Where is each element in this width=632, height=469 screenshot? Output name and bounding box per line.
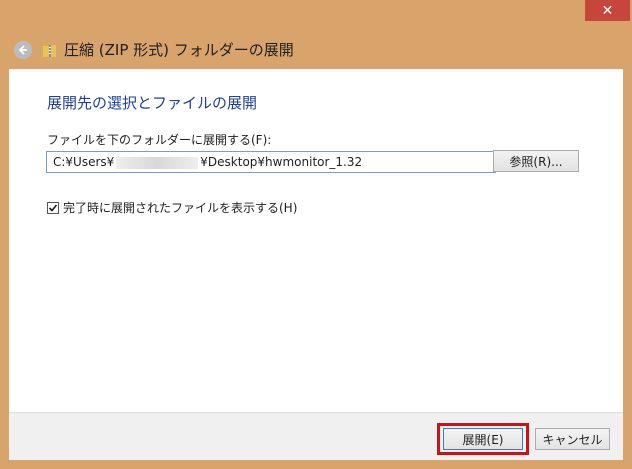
destination-label: ファイルを下のフォルダーに展開する(F): xyxy=(47,133,272,147)
dialog-footer: 展開(E) キャンセル xyxy=(9,412,623,460)
checkmark-icon xyxy=(48,203,58,212)
extract-button[interactable]: 展開(E) xyxy=(443,428,523,450)
path-prefix: C:¥Users¥ xyxy=(53,155,115,169)
cancel-button[interactable]: キャンセル xyxy=(535,428,610,450)
browse-button-label: 参照(R)... xyxy=(509,154,563,169)
close-button[interactable]: ✕ xyxy=(585,0,630,21)
extract-button-label: 展開(E) xyxy=(462,432,504,447)
cancel-button-label: キャンセル xyxy=(542,432,603,447)
show-files-checkbox[interactable] xyxy=(47,201,59,214)
browse-button[interactable]: 参照(R)... xyxy=(493,150,579,172)
destination-path-input[interactable]: C:¥Users¥ ¥Desktop¥hwmonitor_1.32 xyxy=(46,151,496,173)
show-files-label: 完了時に展開されたファイルを表示する(H) xyxy=(63,201,298,215)
close-icon: ✕ xyxy=(601,2,614,19)
title-bar: 圧縮 (ZIP 形式) フォルダーの展開 xyxy=(9,31,623,68)
back-arrow-icon xyxy=(18,44,27,55)
page-heading: 展開先の選択とファイルの展開 xyxy=(47,94,258,112)
window-title: 圧縮 (ZIP 形式) フォルダーの展開 xyxy=(64,41,294,59)
back-button[interactable] xyxy=(14,40,32,59)
window-frame: ✕ 圧縮 (ZIP 形式) フォルダーの展開 展開先の選択とファイルの展開 ファ… xyxy=(0,0,632,469)
dialog-content: 展開先の選択とファイルの展開 ファイルを下のフォルダーに展開する(F): C:¥… xyxy=(9,69,623,412)
zip-folder-icon xyxy=(43,42,56,57)
path-suffix: ¥Desktop¥hwmonitor_1.32 xyxy=(200,155,363,169)
redacted-username xyxy=(116,156,199,169)
show-files-option[interactable]: 完了時に展開されたファイルを表示する(H) xyxy=(47,199,297,216)
